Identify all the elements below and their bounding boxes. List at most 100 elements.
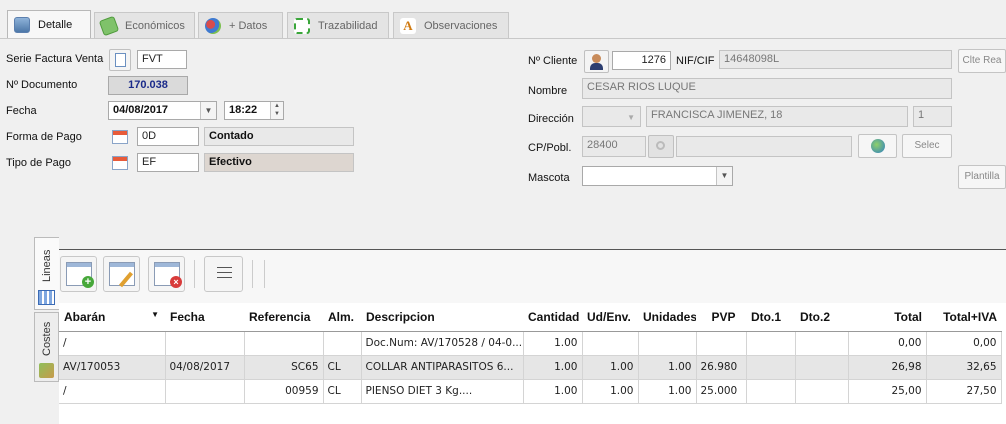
- hora-input[interactable]: 18:22 ▲ ▼: [224, 101, 284, 120]
- add-line-button[interactable]: +: [60, 256, 97, 292]
- side-tab-lineas[interactable]: Lineas: [34, 237, 59, 310]
- fecha-value: 04/08/2017: [113, 104, 169, 116]
- cell: 25,00: [848, 379, 927, 404]
- lines-grid: Abarán ▼ Fecha Referencia Alm. Descripcio…: [59, 303, 1006, 424]
- cell: [165, 331, 245, 356]
- fecha-input[interactable]: 04/08/2017 ▼: [108, 101, 217, 120]
- tipo-pago-desc: Efectivo: [204, 153, 354, 172]
- sort-desc-icon: ▼: [151, 309, 159, 319]
- selec-button[interactable]: Selec: [902, 134, 952, 158]
- plantilla-button[interactable]: Plantilla: [958, 165, 1006, 189]
- cell: 0,00: [926, 331, 1002, 356]
- cell: 25.000: [696, 379, 747, 404]
- table-row[interactable]: AV/170053 04/08/2017 SC65 CL COLLAR ANTI…: [59, 355, 1002, 380]
- table-row[interactable]: / 00959 CL PIENSO DIET 3 Kg.... 1.00 1.0…: [59, 379, 1002, 404]
- forma-pago-code[interactable]: 0D: [137, 127, 199, 146]
- cell: 1.00: [638, 379, 697, 404]
- serie-label: Serie Factura Venta: [6, 53, 104, 65]
- col-header[interactable]: Descripcion: [361, 303, 523, 332]
- cell: [244, 331, 324, 356]
- document-icon: [115, 53, 126, 67]
- payment-table-icon: [112, 156, 128, 170]
- mascota-select[interactable]: ▼: [582, 166, 733, 186]
- cliente-lookup-button[interactable]: [584, 50, 609, 73]
- col-header[interactable]: Total+IVA: [926, 303, 1001, 332]
- col-header[interactable]: Unidades: [638, 303, 696, 332]
- detail-icon: [14, 17, 30, 33]
- cell: 26.980: [696, 355, 747, 380]
- documento-label: Nº Documento: [6, 79, 78, 91]
- lines-table: Abarán ▼ Fecha Referencia Alm. Descripcio…: [59, 303, 1002, 404]
- tipo-pago-code[interactable]: EF: [137, 153, 199, 172]
- plus-icon: +: [82, 276, 94, 288]
- tab-detalle[interactable]: Detalle: [7, 10, 91, 39]
- time-spinner-icon[interactable]: ▲ ▼: [270, 102, 283, 119]
- nombre-field: CESAR RIOS LUQUE: [582, 78, 952, 99]
- list-view-button[interactable]: [204, 256, 243, 292]
- globe-button[interactable]: [858, 134, 897, 158]
- calendar-dropdown-icon[interactable]: ▼: [200, 102, 216, 119]
- cell: COLLAR ANTIPARASITOS 6...: [361, 355, 524, 380]
- cell: 1.00: [523, 355, 583, 380]
- direccion-select[interactable]: ▼: [582, 106, 641, 127]
- toolbar-separator: [194, 260, 195, 288]
- tab-observaciones[interactable]: A Observaciones: [393, 12, 509, 38]
- cell: [323, 331, 362, 356]
- nif-field: 14648098L: [719, 50, 952, 69]
- hora-value: 18:22: [229, 104, 258, 116]
- col-header[interactable]: Ud/Env.: [582, 303, 638, 332]
- serie-input[interactable]: FVT: [137, 50, 187, 69]
- direccion-num-field: 1: [913, 106, 952, 127]
- cell: [582, 331, 639, 356]
- direccion-field: FRANCISCA JIMENEZ, 18: [646, 106, 908, 127]
- grid-header-row: Abarán ▼ Fecha Referencia Alm. Descripcio…: [59, 303, 1001, 332]
- side-tab-costes[interactable]: Costes: [34, 312, 59, 382]
- side-tab-label: Lineas: [41, 249, 53, 282]
- col-header[interactable]: Alm.: [323, 303, 361, 332]
- tipo-pago-lookup-button[interactable]: [109, 152, 131, 174]
- cell: Doc.Num: AV/170528 / 04-0...: [361, 331, 524, 356]
- tab-label: Detalle: [38, 19, 73, 31]
- cell: AV/170053: [59, 355, 166, 380]
- direccion-label: Dirección: [528, 113, 574, 125]
- tab-trazabilidad[interactable]: Trazabilidad: [287, 12, 389, 38]
- tab-divider: [0, 38, 1006, 39]
- cell: SC65: [244, 355, 324, 380]
- delete-line-button[interactable]: ×: [148, 256, 185, 292]
- col-header[interactable]: Dto.2: [795, 303, 848, 332]
- cp-search-button[interactable]: [648, 135, 674, 158]
- col-header[interactable]: Cantidad: [523, 303, 582, 332]
- nombre-label: Nombre: [528, 85, 568, 97]
- table-row[interactable]: / Doc.Num: AV/170528 / 04-0... 1.00 0,00…: [59, 331, 1002, 356]
- tab-label: + Datos: [229, 19, 268, 32]
- globe-icon: [871, 139, 885, 153]
- col-header[interactable]: PVP: [696, 303, 746, 332]
- documento-field: 170.038: [108, 76, 188, 95]
- cliente-input[interactable]: 1276: [612, 51, 671, 70]
- chevron-down-icon: ▼: [716, 167, 732, 185]
- col-header[interactable]: Referencia: [244, 303, 323, 332]
- traceability-icon: [294, 17, 310, 34]
- list-icon: [217, 267, 232, 281]
- col-header[interactable]: Dto.1: [746, 303, 795, 332]
- col-header[interactable]: Total: [848, 303, 926, 332]
- money-icon: [98, 15, 120, 36]
- clte-real-button[interactable]: Clte Rea: [958, 49, 1006, 73]
- tab-mas-datos[interactable]: + Datos: [198, 12, 283, 38]
- col-header[interactable]: Fecha: [165, 303, 244, 332]
- cell: 00959: [244, 379, 324, 404]
- col-header[interactable]: Abarán ▼: [59, 303, 165, 332]
- forma-pago-lookup-button[interactable]: [109, 126, 131, 148]
- serie-lookup-button[interactable]: [109, 49, 131, 71]
- toolbar-separator: [252, 260, 253, 288]
- cliente-label: Nº Cliente: [528, 55, 578, 67]
- tab-economicos[interactable]: Económicos: [94, 12, 195, 38]
- cell: 04/08/2017: [165, 355, 245, 380]
- person-body-icon: [590, 63, 603, 70]
- cp-label: CP/Pobl.: [528, 142, 572, 154]
- edit-line-button[interactable]: [103, 256, 140, 292]
- cell: 1.00: [582, 355, 639, 380]
- cell: [795, 355, 849, 380]
- cell: [696, 331, 747, 356]
- cell: [746, 379, 796, 404]
